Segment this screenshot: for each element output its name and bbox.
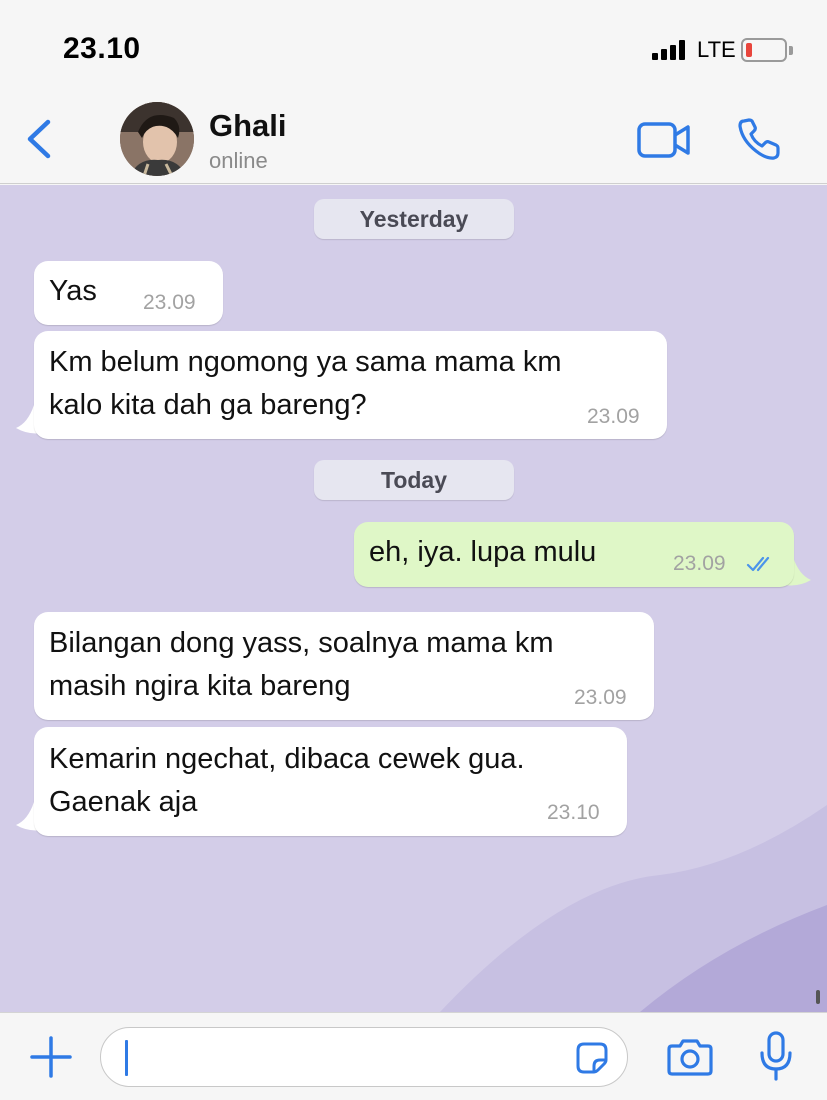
contact-avatar[interactable] <box>120 102 194 176</box>
message-time: 23.09 <box>673 552 726 575</box>
signal-strength-icon <box>652 40 692 60</box>
message-bubble-outgoing[interactable]: eh, iya. lupa mulu 23.09 <box>354 522 794 587</box>
input-bar <box>0 1012 827 1100</box>
message-time: 23.10 <box>547 801 600 824</box>
scroll-indicator[interactable] <box>816 990 820 1004</box>
status-bar: 23.10 LTE <box>0 0 827 96</box>
double-check-read-icon <box>746 556 770 572</box>
battery-level <box>746 43 752 57</box>
message-time: 23.09 <box>143 291 196 314</box>
message-input[interactable] <box>100 1027 628 1087</box>
camera-button[interactable] <box>666 1037 714 1077</box>
status-time: 23.10 <box>63 32 141 65</box>
sticker-icon <box>576 1042 608 1074</box>
voice-call-button[interactable] <box>736 116 782 162</box>
date-separator-today: Today <box>314 460 514 500</box>
message-text: Yas <box>49 275 97 307</box>
microphone-icon <box>760 1031 792 1081</box>
date-separator-yesterday: Yesterday <box>314 199 514 239</box>
message-bubble-incoming[interactable]: Yas 23.09 <box>34 261 223 325</box>
text-caret <box>125 1040 128 1076</box>
avatar-image <box>120 102 194 176</box>
message-text: Km belum ngomong ya sama mama km kalo ki… <box>49 346 562 421</box>
message-bubble-incoming[interactable]: Kemarin ngechat, dibaca cewek gua. Gaena… <box>34 727 627 836</box>
message-bubble-incoming[interactable]: Bilangan dong yass, soalnya mama km masi… <box>34 612 654 720</box>
message-time: 23.09 <box>587 405 640 428</box>
video-camera-icon <box>637 122 690 158</box>
message-text: Kemarin ngechat, dibaca cewek gua. Gaena… <box>49 743 525 818</box>
message-text: Bilangan dong yass, soalnya mama km masi… <box>49 627 554 702</box>
attach-button[interactable] <box>29 1035 73 1079</box>
message-text: eh, iya. lupa mulu <box>369 536 597 568</box>
battery-icon <box>741 38 787 62</box>
sticker-button[interactable] <box>575 1041 609 1075</box>
contact-status: online <box>209 148 268 173</box>
message-time: 23.09 <box>574 686 627 709</box>
message-bubble-incoming[interactable]: Km belum ngomong ya sama mama km kalo ki… <box>34 331 667 439</box>
video-call-button[interactable] <box>636 120 692 160</box>
chevron-left-icon <box>27 119 51 159</box>
voice-message-button[interactable] <box>758 1031 794 1083</box>
back-button[interactable] <box>20 114 60 164</box>
battery-tip <box>789 46 793 55</box>
chat-header: Ghali online <box>0 96 827 184</box>
chat-area[interactable]: Yesterday Yas 23.09 Km belum ngomong ya … <box>0 185 827 1012</box>
plus-icon <box>30 1036 72 1078</box>
network-type: LTE <box>697 37 736 62</box>
contact-name[interactable]: Ghali <box>209 108 287 144</box>
camera-icon <box>667 1039 713 1076</box>
phone-icon <box>738 118 780 160</box>
